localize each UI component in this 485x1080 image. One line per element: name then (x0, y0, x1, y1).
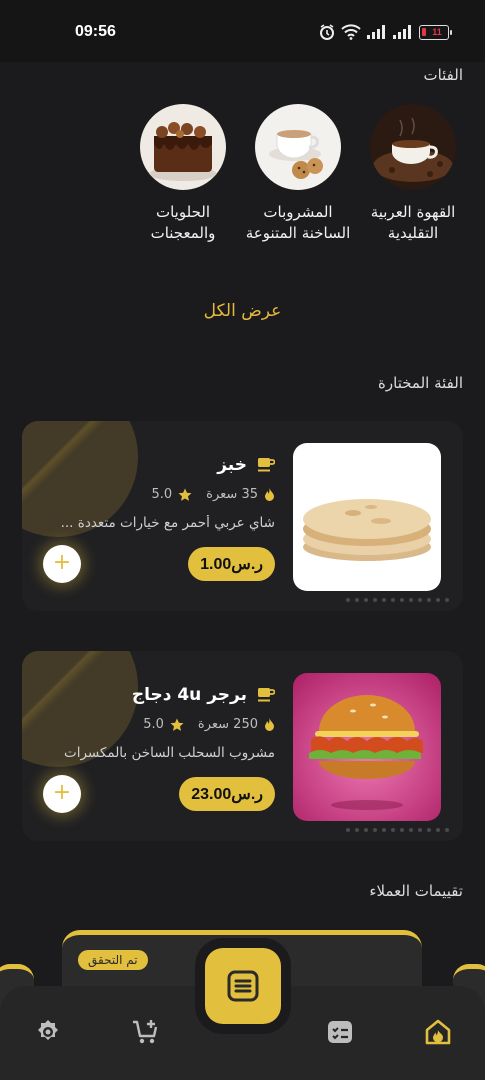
alarm-icon (320, 24, 334, 40)
battery-icon: 11 (419, 24, 452, 40)
orders-icon (328, 1021, 352, 1043)
category-hot-drinks[interactable]: المشروبات الساخنة المتنوعة (243, 104, 353, 244)
nav-cart[interactable] (126, 1012, 166, 1052)
product-price: ر.س1.00 (188, 547, 275, 581)
flame-icon (265, 488, 274, 501)
status-time: 09:56 (75, 23, 116, 40)
product-calories: 250 سعرة (197, 717, 258, 732)
nav-orders[interactable] (320, 1012, 360, 1052)
image-pagination-dots (346, 598, 449, 602)
product-description: مشروب السحلب الساخن بالمكسرات (63, 745, 275, 761)
product-meta: 35 سعرة 5.0 (151, 487, 275, 502)
product-name-row: خبز (217, 455, 275, 475)
product-name-row: برجر 4u دجاج (132, 685, 275, 705)
wifi-icon (341, 24, 361, 40)
product-name: خبز (217, 455, 247, 475)
status-bar: 09:56 11 (0, 0, 485, 62)
flame-icon (265, 718, 274, 731)
product-rating: 5.0 (151, 487, 173, 502)
category-label: المشروبات الساخنة المتنوعة (245, 203, 351, 242)
cup-icon (258, 458, 275, 472)
product-name: برجر 4u دجاج (131, 685, 247, 705)
star-icon (170, 718, 184, 731)
hot-drinks-photo (255, 104, 341, 190)
status-icons: 11 (319, 24, 452, 40)
menu-icon (227, 970, 259, 1002)
category-desserts[interactable]: الحلويات والمعجنات (128, 104, 238, 244)
signal-icon-2 (393, 25, 411, 39)
settings-icon (38, 1020, 58, 1040)
card-decoration-stripe (22, 421, 112, 511)
image-pagination-dots (346, 828, 449, 832)
product-description: شاي عربي أحمر مع خيارات متعددة ... (60, 515, 275, 531)
categories-title: الفئات (423, 66, 463, 84)
home-icon (425, 1019, 451, 1045)
category-arabic-coffee[interactable]: القهوة العربية التقليدية (358, 104, 468, 244)
menu-fab-button[interactable] (205, 948, 281, 1024)
add-to-cart-button[interactable]: + (43, 775, 81, 813)
reviews-title: تقييمات العملاء (369, 882, 463, 900)
arabic-coffee-photo (370, 104, 456, 190)
signal-icon (367, 25, 385, 39)
nav-settings[interactable] (28, 1012, 68, 1052)
nav-home[interactable] (418, 1012, 458, 1052)
view-all-link[interactable]: عرض الكل (0, 301, 485, 321)
cup-icon (258, 688, 275, 702)
card-decoration-stripe (22, 651, 112, 741)
selected-category-title: الفئة المختارة (378, 374, 463, 392)
product-rating: 5.0 (143, 717, 164, 732)
star-icon (178, 488, 192, 501)
product-card[interactable]: خبز 35 سعرة 5.0 شاي عربي أحمر مع خيارات … (22, 421, 463, 611)
category-label: القهوة العربية التقليدية (370, 203, 456, 242)
category-label: الحلويات والمعجنات (150, 203, 216, 242)
pita-bread-photo (293, 443, 441, 591)
add-to-cart-button[interactable]: + (43, 545, 81, 583)
product-calories: 35 سعرة (206, 487, 258, 502)
chicken-burger-photo (293, 673, 441, 821)
battery-level: 11 (432, 27, 442, 37)
product-price: ر.س23.00 (179, 777, 275, 811)
product-meta: 250 سعرة 5.0 (143, 717, 275, 732)
product-card[interactable]: برجر 4u دجاج 250 سعرة 5.0 مشروب السحلب ا… (22, 651, 463, 841)
categories-list: القهوة العربية التقليدية المشروبات الساخ… (128, 104, 468, 274)
cart-icon (133, 1020, 158, 1044)
verified-badge: تم التحقق (78, 950, 148, 970)
chocolate-cake-photo (140, 104, 226, 190)
